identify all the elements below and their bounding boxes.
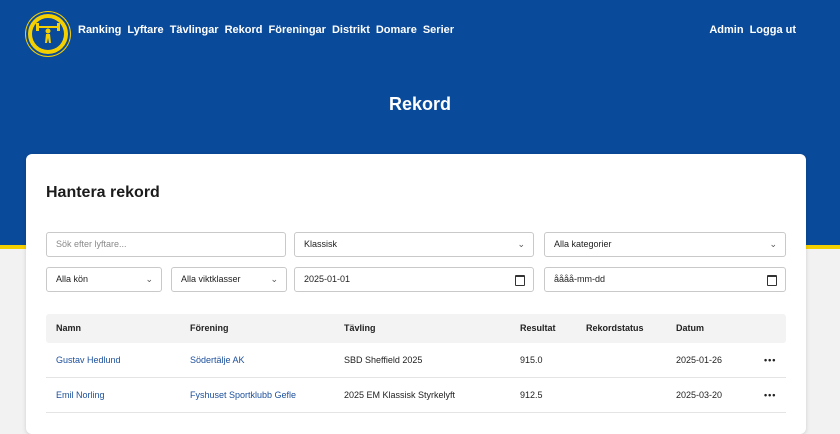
table-row: Gustav Hedlund Södertälje AK SBD Sheffie…	[46, 343, 786, 378]
gender-value: Alla kön	[56, 274, 89, 284]
page-title: Rekord	[388, 94, 451, 114]
header-competition[interactable]: Tävling	[344, 323, 376, 333]
weightlifter-emblem-icon[interactable]	[26, 12, 70, 56]
header-name[interactable]: Namn	[56, 323, 81, 333]
nav-lyftare[interactable]: Lyftare	[127, 24, 163, 36]
competition-cell: SBD Sheffield 2025	[344, 355, 423, 365]
gender-select[interactable]: Alla kön ⌄	[46, 267, 162, 292]
date-from-value: 2025-01-01	[304, 274, 351, 284]
competition-cell: 2025 EM Klassisk Styrkelyft	[344, 390, 456, 400]
top-navigation: Ranking Lyftare Tävlingar Rekord Förenin…	[0, 10, 840, 56]
user-nav: Admin Logga ut	[709, 24, 796, 36]
result-cell: 912.5	[520, 390, 543, 400]
weight-class-value: Alla viktklasser	[181, 274, 241, 284]
club-link[interactable]: Södertälje AK	[190, 355, 245, 365]
header-club[interactable]: Förening	[190, 323, 229, 333]
nav-serier[interactable]: Serier	[423, 24, 454, 36]
header-record-status[interactable]: Rekordstatus	[586, 323, 644, 333]
lifter-link[interactable]: Gustav Hedlund	[56, 355, 121, 365]
date-cell: 2025-01-26	[676, 355, 723, 365]
more-actions-icon[interactable]: •••	[764, 355, 776, 365]
chevron-down-icon: ⌄	[270, 274, 278, 284]
calendar-icon[interactable]	[515, 275, 525, 286]
result-cell: 915.0	[520, 355, 543, 365]
table-header: Namn Förening Tävling Resultat Rekordsta…	[46, 314, 786, 343]
nav-rekord[interactable]: Rekord	[225, 24, 263, 36]
lifter-link[interactable]: Emil Norling	[56, 390, 105, 400]
date-to-value: åååå-mm-dd	[554, 274, 606, 284]
records-card: Hantera rekord Sök efter lyftare... Klas…	[26, 154, 806, 434]
nav-ranking[interactable]: Ranking	[78, 24, 121, 36]
search-input[interactable]: Sök efter lyftare...	[46, 232, 286, 257]
header-date[interactable]: Datum	[676, 323, 704, 333]
more-actions-icon[interactable]: •••	[764, 390, 776, 400]
nav-logout[interactable]: Logga ut	[750, 24, 796, 36]
nav-distrikt[interactable]: Distrikt	[332, 24, 370, 36]
main-nav: Ranking Lyftare Tävlingar Rekord Förenin…	[78, 24, 454, 36]
date-to-input[interactable]: åååå-mm-dd	[544, 267, 786, 292]
nav-admin[interactable]: Admin	[709, 24, 743, 36]
nav-foreningar[interactable]: Föreningar	[269, 24, 326, 36]
calendar-icon[interactable]	[767, 275, 777, 286]
nav-domare[interactable]: Domare	[376, 24, 417, 36]
chevron-down-icon: ⌄	[769, 239, 777, 249]
type-select[interactable]: Klassisk ⌄	[294, 232, 534, 257]
card-title: Hantera rekord	[46, 184, 160, 201]
category-value: Alla kategorier	[554, 239, 612, 249]
nav-tavlingar[interactable]: Tävlingar	[170, 24, 219, 36]
chevron-down-icon: ⌄	[145, 274, 153, 284]
type-value: Klassisk	[304, 239, 338, 249]
date-from-input[interactable]: 2025-01-01	[294, 267, 534, 292]
header-result[interactable]: Resultat	[520, 323, 556, 333]
date-cell: 2025-03-20	[676, 390, 723, 400]
table-row: Emil Norling Fyshuset Sportklubb Gefle 2…	[46, 378, 786, 413]
club-link[interactable]: Fyshuset Sportklubb Gefle	[190, 390, 296, 400]
weight-class-select[interactable]: Alla viktklasser ⌄	[171, 267, 287, 292]
category-select[interactable]: Alla kategorier ⌄	[544, 232, 786, 257]
records-table: Namn Förening Tävling Resultat Rekordsta…	[46, 314, 786, 413]
chevron-down-icon: ⌄	[517, 239, 525, 249]
search-placeholder: Sök efter lyftare...	[56, 239, 127, 249]
